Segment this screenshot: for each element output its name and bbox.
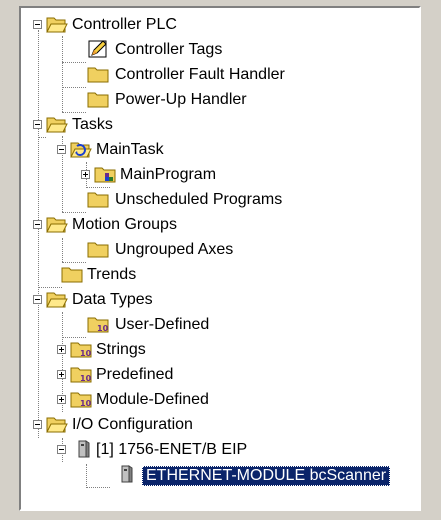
- tree-node-label: Power-Up Handler: [115, 91, 247, 108]
- tree-node-label: MainProgram: [120, 166, 217, 183]
- tree-node-data-types[interactable]: Data Types: [21, 287, 419, 312]
- module-icon: [121, 465, 133, 483]
- tree-node-enet-module[interactable]: [1] 1756-ENET/B EIP: [21, 437, 419, 462]
- tree-node-label-selected: ETHERNET-MODULE bcScanner: [142, 466, 391, 486]
- tags-edit-icon: [88, 40, 107, 58]
- tree-node-trends[interactable]: Trends: [21, 262, 419, 287]
- collapse-toggle[interactable]: [33, 220, 42, 229]
- folder-icon: [61, 267, 83, 283]
- folder-open-icon: [46, 292, 68, 308]
- collapse-toggle[interactable]: [33, 20, 42, 29]
- datatype-folder-icon: 10: [70, 342, 92, 358]
- expand-toggle[interactable]: [81, 170, 90, 179]
- tree-node-strings[interactable]: 10 Strings: [21, 337, 419, 362]
- collapse-toggle[interactable]: [57, 145, 66, 154]
- module-icon: [78, 440, 90, 458]
- tree-node-label: [1] 1756-ENET/B EIP: [96, 441, 248, 458]
- tree-node-label: I/O Configuration: [72, 416, 193, 433]
- collapse-toggle[interactable]: [33, 295, 42, 304]
- tree-node-label: Motion Groups: [72, 216, 177, 233]
- tree-node-label: Ungrouped Axes: [115, 241, 234, 258]
- tree-node-ungrouped-axes[interactable]: Ungrouped Axes: [21, 237, 419, 262]
- tree-node-motion-groups[interactable]: Motion Groups: [21, 212, 419, 237]
- datatype-folder-icon: 10: [87, 317, 109, 333]
- tree-node-main-program[interactable]: MainProgram: [21, 162, 419, 187]
- collapse-toggle[interactable]: [57, 445, 66, 454]
- folder-icon: [87, 67, 109, 83]
- tree-node-fault-handler[interactable]: Controller Fault Handler: [21, 62, 419, 87]
- tree-node-controller[interactable]: Controller PLC: [21, 12, 419, 37]
- tree-node-predefined[interactable]: 10 Predefined: [21, 362, 419, 387]
- tree-node-label: User-Defined: [115, 316, 210, 333]
- tree-node-io-configuration[interactable]: I/O Configuration: [21, 412, 419, 437]
- folder-open-icon: [46, 217, 68, 233]
- folder-icon: [87, 242, 109, 258]
- tree-node-label: Trends: [87, 266, 137, 283]
- tree-node-label: Controller PLC: [72, 16, 177, 33]
- program-folder-icon: [94, 167, 116, 183]
- tree-line: [86, 487, 110, 488]
- tree-node-label: MainTask: [96, 141, 164, 158]
- tree-node-label: Unscheduled Programs: [115, 191, 283, 208]
- tree-node-label: Data Types: [72, 291, 153, 308]
- project-tree[interactable]: Controller PLC Controller Tags Controlle…: [19, 6, 421, 511]
- datatype-folder-icon: 10: [70, 367, 92, 383]
- task-folder-icon: [70, 142, 92, 158]
- folder-open-icon: [46, 117, 68, 133]
- controller-organizer-panel: Controller PLC Controller Tags Controlle…: [0, 0, 441, 520]
- expand-toggle[interactable]: [57, 345, 66, 354]
- folder-open-icon: [46, 417, 68, 433]
- tree-node-ethernet-module[interactable]: ETHERNET-MODULE bcScanner: [21, 462, 419, 487]
- tree-node-tasks[interactable]: Tasks: [21, 112, 419, 137]
- svg-text:10: 10: [80, 349, 92, 358]
- tree-node-unscheduled[interactable]: Unscheduled Programs: [21, 187, 419, 212]
- folder-icon: [87, 92, 109, 108]
- expand-toggle[interactable]: [57, 370, 66, 379]
- svg-text:10: 10: [97, 324, 109, 333]
- tree-node-label: Controller Tags: [115, 41, 223, 58]
- tree-node-module-defined[interactable]: 10 Module-Defined: [21, 387, 419, 412]
- tree-node-label: Tasks: [72, 116, 113, 133]
- collapse-toggle[interactable]: [33, 120, 42, 129]
- tree-node-label: Module-Defined: [96, 391, 209, 408]
- svg-text:10: 10: [80, 399, 92, 408]
- folder-icon: [87, 192, 109, 208]
- tree-node-user-defined[interactable]: 10 User-Defined: [21, 312, 419, 337]
- tree-node-label: Strings: [96, 341, 146, 358]
- collapse-toggle[interactable]: [33, 420, 42, 429]
- tree-node-label: Controller Fault Handler: [115, 66, 285, 83]
- tree-node-powerup-handler[interactable]: Power-Up Handler: [21, 87, 419, 112]
- tree-node-label: Predefined: [96, 366, 174, 383]
- svg-text:10: 10: [80, 374, 92, 383]
- folder-open-icon: [46, 17, 68, 33]
- tree-node-controller-tags[interactable]: Controller Tags: [21, 37, 419, 62]
- expand-toggle[interactable]: [57, 395, 66, 404]
- tree-node-main-task[interactable]: MainTask: [21, 137, 419, 162]
- datatype-folder-icon: 10: [70, 392, 92, 408]
